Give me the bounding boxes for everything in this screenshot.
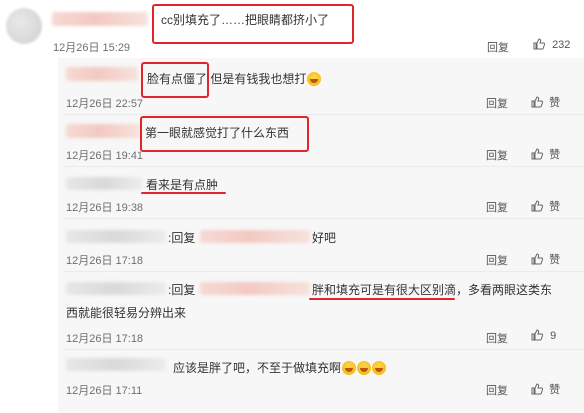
comment-time: 12月26日 15:29	[53, 42, 131, 54]
reply-prefix: :回复	[168, 231, 196, 245]
like-button[interactable]: 232	[533, 38, 570, 51]
username-redacted	[66, 230, 166, 243]
reply-text: 看来是有点肿	[146, 178, 219, 192]
username-redacted	[66, 282, 166, 295]
reply-time: 12月26日 17:11	[66, 385, 143, 397]
reply-text: 好吧	[312, 231, 337, 245]
like-count: 9	[550, 330, 557, 342]
reply-time: 12月26日 22:57	[66, 98, 144, 110]
divider	[64, 114, 584, 115]
reply-button[interactable]: 回复	[487, 39, 509, 55]
username-redacted	[66, 177, 142, 190]
reply-button[interactable]: 回复	[486, 95, 508, 111]
reply-button[interactable]: 回复	[486, 199, 508, 215]
like-count: 232	[552, 39, 571, 51]
thumbs-up-icon	[531, 148, 543, 160]
reply-button[interactable]: 回复	[486, 382, 508, 398]
like-button[interactable]: 赞	[531, 251, 560, 267]
reply-time: 12月26日 19:41	[66, 150, 144, 162]
thumbs-up-icon	[531, 96, 543, 108]
divider	[64, 166, 584, 167]
laughing-emoji-icon	[342, 361, 357, 375]
highlight-box	[152, 4, 354, 44]
reply-button[interactable]: 回复	[486, 330, 508, 346]
reply-button[interactable]: 回复	[486, 147, 508, 163]
like-button[interactable]: 赞	[531, 198, 560, 214]
laughing-emoji-icon	[357, 361, 372, 375]
thumbs-up-icon	[531, 200, 543, 212]
username-redacted	[66, 358, 166, 371]
mention-redacted	[200, 282, 310, 295]
highlight-box	[141, 62, 209, 98]
reply-time: 12月26日 17:18	[66, 333, 144, 345]
laughing-emoji-icon	[372, 361, 387, 375]
reply-button[interactable]: 回复	[486, 252, 508, 268]
divider	[64, 218, 584, 219]
highlight-box	[140, 116, 309, 152]
like-button[interactable]: 赞	[531, 146, 560, 162]
like-button[interactable]: 赞	[531, 94, 560, 110]
username-redacted	[66, 124, 140, 138]
underline	[141, 192, 226, 194]
thumbs-up-icon	[531, 329, 543, 341]
username-redacted	[66, 67, 138, 81]
reply-time: 12月26日 19:38	[66, 202, 144, 214]
mention-redacted	[200, 230, 310, 243]
username-redacted	[52, 12, 148, 26]
thumbs-up-icon	[533, 38, 545, 50]
laughing-emoji-icon	[307, 72, 322, 86]
like-button[interactable]: 9	[531, 329, 556, 342]
divider	[64, 271, 584, 272]
reply-text-line2: 西就能很轻易分辨出来	[66, 306, 187, 320]
avatar[interactable]	[6, 8, 42, 44]
underline	[309, 298, 455, 300]
reply-text: 胖和填充可是有很大区别滴，多看两眼这类东	[312, 283, 553, 297]
reply-prefix: :回复	[168, 283, 196, 297]
divider	[64, 349, 584, 350]
thumbs-up-icon	[531, 383, 543, 395]
reply-text: 应该是胖了吧，不至于做填充啊	[173, 359, 387, 376]
thumbs-up-icon	[531, 253, 543, 265]
reply-time: 12月26日 17:18	[66, 255, 144, 267]
like-button[interactable]: 赞	[531, 381, 560, 397]
